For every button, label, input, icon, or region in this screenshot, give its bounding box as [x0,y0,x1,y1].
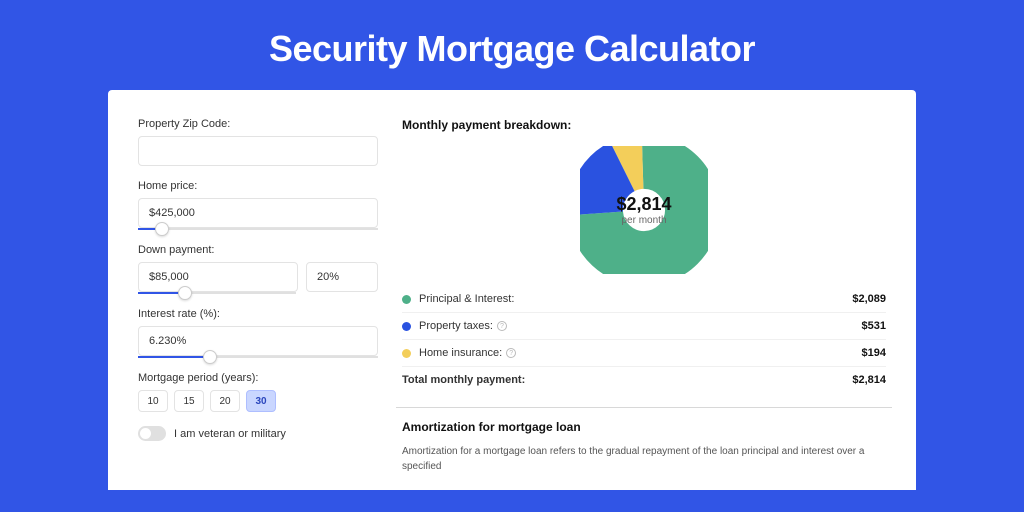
legend-label: Property taxes: ? [419,320,862,332]
veteran-label: I am veteran or military [174,428,286,440]
info-icon[interactable]: ? [497,321,507,331]
dot-icon [402,322,411,331]
breakdown-panel: Monthly payment breakdown: $2,814 per mo… [402,118,886,490]
period-label: Mortgage period (years): [138,372,378,384]
calculator-card: Property Zip Code: Home price: Down paym… [108,90,916,490]
interest-slider[interactable] [138,356,378,358]
legend-value: $531 [862,320,886,332]
legend-value: $2,089 [852,293,886,305]
home-price-label: Home price: [138,180,378,192]
interest-input[interactable] [138,326,378,356]
legend-row-insurance: Home insurance: ? $194 [402,340,886,367]
legend-row-principal: Principal & Interest: $2,089 [402,286,886,313]
interest-label: Interest rate (%): [138,308,378,320]
amortization-section: Amortization for mortgage loan Amortizat… [396,407,892,474]
home-price-input[interactable] [138,198,378,228]
period-options: 10 15 20 30 [138,390,378,412]
slider-thumb[interactable] [155,222,169,236]
zip-label: Property Zip Code: [138,118,378,130]
page-title: Security Mortgage Calculator [108,0,916,90]
down-payment-slider[interactable] [138,292,296,294]
down-payment-input[interactable] [138,262,298,292]
donut-chart: $2,814 per month [580,146,708,274]
legend-value: $194 [862,347,886,359]
zip-input[interactable] [138,136,378,166]
dot-icon [402,295,411,304]
home-price-slider[interactable] [138,228,378,230]
slider-thumb[interactable] [178,286,192,300]
period-btn-10[interactable]: 10 [138,390,168,412]
amortization-text: Amortization for a mortgage loan refers … [396,444,892,474]
legend-label: Principal & Interest: [419,293,852,305]
form-panel: Property Zip Code: Home price: Down paym… [138,118,378,490]
donut-total: $2,814 [616,194,671,215]
slider-thumb[interactable] [203,350,217,364]
legend-row-total: Total monthly payment: $2,814 [402,367,886,393]
legend-row-taxes: Property taxes: ? $531 [402,313,886,340]
dot-icon [402,349,411,358]
total-label: Total monthly payment: [402,374,852,386]
down-payment-pct-input[interactable] [306,262,378,292]
down-payment-label: Down payment: [138,244,378,256]
total-value: $2,814 [852,374,886,386]
veteran-toggle[interactable] [138,426,166,441]
breakdown-heading: Monthly payment breakdown: [402,118,886,132]
period-btn-30[interactable]: 30 [246,390,276,412]
amortization-heading: Amortization for mortgage loan [396,420,892,434]
period-btn-15[interactable]: 15 [174,390,204,412]
info-icon[interactable]: ? [506,348,516,358]
legend-label: Home insurance: ? [419,347,862,359]
donut-sub: per month [621,215,666,226]
period-btn-20[interactable]: 20 [210,390,240,412]
